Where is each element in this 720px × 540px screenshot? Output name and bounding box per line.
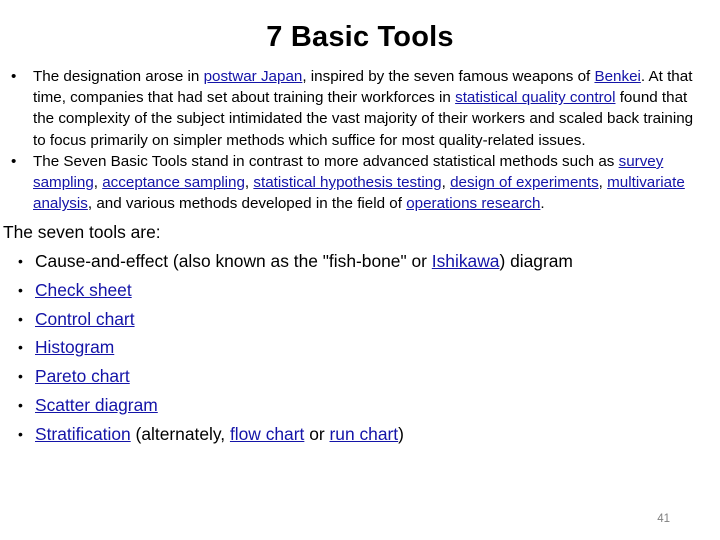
text-run: ) diagram [499,251,573,272]
tool-text: Pareto chart [35,366,130,386]
text-run: (alternately, [130,423,230,444]
tool-list-item: • Stratification (alternately, flow chart… [0,420,712,449]
text-run: , and various methods developed in the f… [87,195,407,213]
hyperlink[interactable]: run chart [330,424,399,444]
tool-text: Histogram [35,337,114,357]
slide: 7 Basic Tools • The designation arose in … [0,0,720,540]
bullet-text: The Seven Basic Tools stand in contrast … [33,153,685,212]
tool-text: Cause-and-effect (also known as the "fis… [35,251,573,271]
hyperlink[interactable]: Benkei [594,68,640,85]
slide-body: • The designation arose in postwar Japan,… [0,66,712,449]
text-run: , inspired by the seven famous weapons o… [302,68,595,85]
hyperlink[interactable]: design of experiments [450,174,599,191]
page-number: 41 [657,513,670,525]
tool-text: Check sheet [35,280,132,300]
bullet-icon: • [18,339,23,356]
text-run: The designation arose in [33,68,204,85]
hyperlink[interactable]: Control chart [35,309,135,329]
seven-tools-lead-in: The seven tools are: [3,222,161,243]
bullet-icon: • [18,368,23,385]
intro-bullet-list: • The designation arose in postwar Japan,… [0,66,712,214]
tool-list-item: • Histogram [0,333,712,362]
text-run: , [93,174,103,192]
hyperlink[interactable]: Ishikawa [432,251,500,271]
hyperlink[interactable]: Scatter diagram [35,395,158,415]
hyperlink[interactable]: acceptance sampling [102,174,245,191]
bullet-icon: • [11,152,17,170]
seven-tools-list: • Cause-and-effect (also known as the "fi… [0,247,712,449]
intro-bullet-item: • The designation arose in postwar Japan,… [0,66,712,151]
text-run: The Seven Basic Tools stand in contrast … [33,152,619,170]
text-run: Cause-and-effect (also known as the "fis… [35,251,432,272]
hyperlink[interactable]: Pareto chart [35,366,130,386]
text-run: . [540,195,545,213]
text-run: , [598,174,608,192]
text-run: , [441,174,451,192]
tool-list-item: • Pareto chart [0,362,712,391]
page-title: 7 Basic Tools [266,21,454,53]
tool-text: Scatter diagram [35,395,158,415]
tool-list-item: • Control chart [0,305,712,334]
tool-text: Control chart [35,309,135,329]
bullet-icon: • [18,281,23,298]
text-run: ) [398,423,404,444]
tool-list-item: • Scatter diagram [0,391,712,420]
intro-bullet-item: • The Seven Basic Tools stand in contrast… [0,151,712,215]
bullet-icon: • [18,397,23,413]
tool-text: Stratification (alternately, flow chart … [35,424,404,444]
tool-list-item: • Check sheet [0,276,712,305]
hyperlink[interactable]: statistical quality control [455,89,615,106]
bullet-icon: • [18,425,23,442]
hyperlink[interactable]: flow chart [230,424,304,444]
hyperlink[interactable]: Histogram [35,337,114,357]
bullet-text: The designation arose in postwar Japan, … [33,68,693,149]
bullet-icon: • [18,253,23,270]
hyperlink[interactable]: statistical hypothesis testing [253,174,441,191]
hyperlink[interactable]: Stratification [35,424,131,444]
hyperlink[interactable]: operations research [406,195,540,212]
bullet-icon: • [11,68,17,85]
hyperlink[interactable]: Check sheet [35,280,132,300]
text-run: or [304,423,330,444]
hyperlink[interactable]: postwar Japan [204,68,303,85]
bullet-icon: • [18,310,23,327]
tool-list-item: • Cause-and-effect (also known as the "fi… [0,247,712,276]
